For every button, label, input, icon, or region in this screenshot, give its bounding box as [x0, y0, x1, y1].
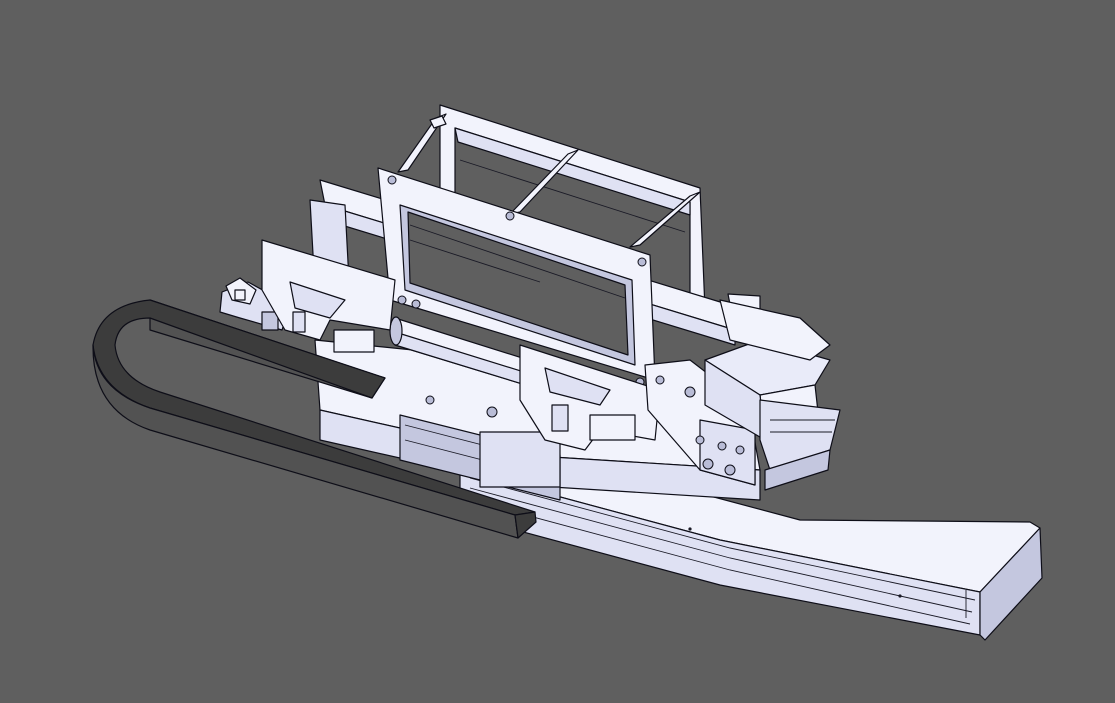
cad-3d-viewport[interactable]: [0, 0, 1115, 703]
cad-model-render[interactable]: [0, 0, 1115, 703]
